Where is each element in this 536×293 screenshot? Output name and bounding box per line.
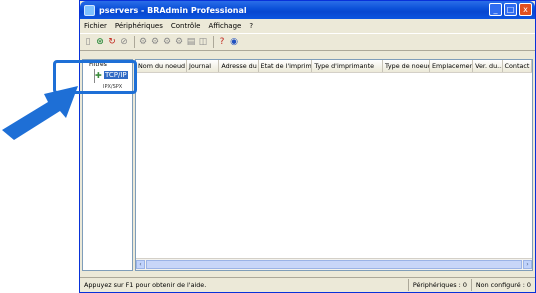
help-icon[interactable]: ? [217, 37, 227, 48]
device-list: Nom du noeud Journal Adresse du ... Etat… [135, 59, 533, 271]
web-icon[interactable]: ◫ [198, 37, 208, 48]
col-node-name[interactable]: Nom du noeud [136, 60, 187, 72]
about-icon[interactable]: ◉ [229, 37, 239, 48]
toolbar: ▯ ⊛ ↻ ⊘ ⚙ ⚙ ⚙ ⚙ ▤ ◫ ? ◉ [80, 33, 535, 51]
status-bar: Appuyez sur F1 pour obtenir de l'aide. P… [80, 277, 535, 292]
col-contact[interactable]: Contact [503, 60, 532, 72]
col-journal[interactable]: Journal [187, 60, 220, 72]
search-devices-icon[interactable]: ⊛ [95, 37, 105, 48]
list-header: Nom du noeud Journal Adresse du ... Etat… [136, 60, 532, 73]
menu-peripheriques[interactable]: Périphériques [111, 22, 167, 30]
status-peripherals: Périphériques : 0 [407, 279, 471, 291]
status-unconfigured: Non configuré : 0 [470, 279, 535, 291]
stop-icon[interactable]: ⊘ [119, 37, 129, 48]
col-address[interactable]: Adresse du ... [219, 60, 259, 72]
main-content: Filtres ✚ TCP/IP IPX/SPX Nom du noeud Jo… [82, 51, 533, 271]
app-icon [84, 4, 95, 16]
menu-bar: Fichier Périphériques Contrôle Affichage… [80, 19, 535, 32]
minimize-button[interactable]: _ [489, 3, 502, 16]
scroll-thumb[interactable] [146, 260, 522, 269]
col-location[interactable]: Emplacement [430, 60, 474, 72]
window-title: pservers - BRAdmin Professional [99, 5, 247, 15]
scroll-right-icon[interactable]: › [523, 260, 532, 269]
col-version[interactable]: Ver. du... [473, 60, 503, 72]
maximize-button[interactable]: □ [504, 3, 517, 16]
close-button[interactable]: x [519, 3, 532, 16]
menu-help[interactable]: ? [245, 22, 257, 30]
scroll-left-icon[interactable]: ‹ [136, 260, 145, 269]
print-icon[interactable]: ▤ [186, 37, 196, 48]
refresh-icon[interactable]: ↻ [107, 37, 117, 48]
col-printer-state[interactable]: Etat de l'imprimante [259, 60, 313, 72]
highlight-frame [53, 60, 137, 94]
menu-affichage[interactable]: Affichage [204, 22, 245, 30]
col-printer-type[interactable]: Type d'imprimante [312, 60, 383, 72]
menu-fichier[interactable]: Fichier [80, 22, 111, 30]
properties-icon[interactable]: ⚙ [150, 37, 160, 48]
horizontal-scrollbar[interactable]: ‹ › [136, 258, 532, 270]
configure-icon[interactable]: ⚙ [138, 37, 148, 48]
network-icon[interactable]: ⚙ [162, 37, 172, 48]
app-window: pservers - BRAdmin Professional _ □ x Fi… [79, 0, 536, 293]
open-icon[interactable]: ▯ [83, 37, 93, 48]
upload-icon[interactable]: ⚙ [174, 37, 184, 48]
status-help-text: Appuyez sur F1 pour obtenir de l'aide. [84, 281, 207, 289]
title-bar[interactable]: pservers - BRAdmin Professional _ □ x [80, 1, 535, 19]
col-node-type[interactable]: Type de noeud [383, 60, 430, 72]
menu-controle[interactable]: Contrôle [167, 22, 205, 30]
